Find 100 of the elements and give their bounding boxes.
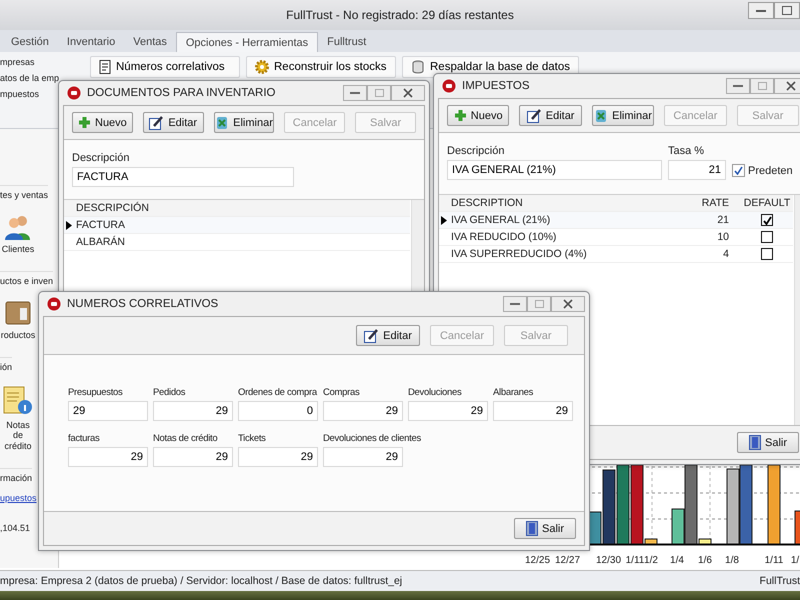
menu-tab[interactable]: Ventas: [124, 32, 176, 52]
toolbar-button[interactable]: Eliminar: [592, 105, 654, 126]
maximize-icon: [534, 300, 544, 308]
sidebar-item[interactable]: roductos: [0, 330, 36, 341]
default-checkbox[interactable]: [761, 231, 773, 243]
field-label: Devoluciones de clientes: [323, 433, 421, 444]
dialog-title: NUMEROS CORRELATIVOS: [67, 298, 218, 310]
menu-tab[interactable]: Opciones - Herramientas: [176, 32, 318, 52]
app-logo-icon: [442, 79, 456, 93]
section-header: uctos e inven: [0, 270, 54, 290]
row-pointer-icon: [66, 220, 72, 230]
minimize-button[interactable]: [343, 85, 367, 101]
number-field[interactable]: 29: [153, 447, 233, 467]
plus-icon: [78, 116, 91, 129]
minimize-icon: [350, 91, 360, 95]
menu-tab[interactable]: Gestión: [2, 32, 58, 52]
plus-icon: [454, 109, 467, 122]
maximize-button[interactable]: [774, 2, 800, 19]
number-field[interactable]: 0: [238, 401, 318, 421]
rate-field[interactable]: 21: [668, 160, 726, 180]
menu-tab[interactable]: Inventario: [58, 32, 124, 52]
table-row[interactable]: IVA SUPERREDUCIDO (4%) 4: [439, 246, 793, 263]
default-checkbox[interactable]: [761, 214, 773, 226]
column-header: RATE: [700, 197, 730, 209]
edit-icon: [149, 116, 164, 130]
status-app-name: FullTrust: [760, 575, 800, 587]
default-checkbox[interactable]: Predeten: [732, 164, 793, 180]
description-field[interactable]: FACTURA: [72, 167, 294, 187]
number-field[interactable]: 29: [68, 447, 148, 467]
gear-icon: [255, 60, 269, 74]
close-icon: [563, 299, 573, 309]
delete-icon: [215, 116, 230, 130]
toolbar-button[interactable]: Eliminar: [214, 112, 274, 133]
column-header: DESCRIPTION: [450, 197, 524, 209]
ribbon-item[interactable]: mpresas: [0, 57, 35, 67]
note-icon: [3, 386, 33, 416]
number-field[interactable]: 29: [323, 447, 403, 467]
field-label: Devoluciones: [408, 387, 462, 398]
column-header: DEFAULT: [742, 197, 792, 209]
minimize-button[interactable]: [726, 78, 750, 94]
check-icon: [734, 166, 743, 175]
door-icon: [526, 521, 538, 536]
number-field[interactable]: 29: [408, 401, 488, 421]
status-text: mpresa: Empresa 2 (datos de prueba) / Servidor: localhost / Base de datos: fulltrust_ej: [0, 575, 402, 587]
minimize-button[interactable]: [503, 296, 527, 312]
app-logo-icon: [67, 86, 81, 100]
sidebar-link[interactable]: upuestos: [0, 492, 37, 503]
axis-label: 1/11: [764, 555, 784, 566]
axis-label: 1/: [790, 555, 800, 566]
axis-label: 1/4: [669, 555, 685, 566]
sidebar-item[interactable]: Clientes: [2, 244, 34, 255]
field-label: Presupuestos: [68, 387, 122, 398]
chart-bar: [794, 510, 800, 544]
people-icon: [4, 214, 32, 240]
ribbon-button[interactable]: Números correlativos: [90, 56, 240, 78]
minimize-icon: [756, 8, 766, 12]
number-field[interactable]: 29: [68, 401, 148, 421]
section-header: rmación: [0, 468, 32, 487]
ribbon-item[interactable]: atos de la emp: [0, 73, 60, 83]
default-checkbox[interactable]: [761, 248, 773, 260]
field-label: Notas de crédito: [153, 433, 218, 444]
section-header: tes y ventas: [0, 185, 48, 204]
section-header: ión: [0, 356, 12, 376]
edit-icon: [526, 108, 542, 122]
field-label: facturas: [68, 433, 100, 444]
toolbar-button[interactable]: Nuevo: [447, 105, 510, 126]
amount-text: ,104.51: [0, 522, 30, 533]
table-row[interactable]: ALBARÁN: [64, 234, 410, 251]
toolbar-button[interactable]: Editar: [142, 112, 204, 133]
field-label: Descripción: [447, 145, 506, 157]
number-field[interactable]: 29: [238, 447, 318, 467]
table-row[interactable]: IVA GENERAL (21%) 21: [439, 212, 793, 229]
toolbar-button[interactable]: Editar: [519, 105, 582, 126]
exit-button[interactable]: Salir: [737, 432, 799, 453]
close-button[interactable]: [391, 85, 425, 101]
axis-label: 12/25: [525, 555, 549, 566]
check-icon: [762, 216, 772, 224]
table-row[interactable]: IVA REDUCIDO (10%) 10: [439, 229, 793, 246]
ribbon-button[interactable]: Reconstruir los stocks: [246, 56, 396, 78]
dialog-title: DOCUMENTOS PARA INVENTARIO: [87, 87, 276, 99]
maximize-icon: [374, 89, 384, 97]
number-field[interactable]: 29: [153, 401, 233, 421]
number-field[interactable]: 29: [323, 401, 403, 421]
description-field[interactable]: IVA GENERAL (21%): [447, 160, 662, 180]
exit-button[interactable]: Salir: [514, 518, 576, 539]
axis-label: 12/27: [555, 555, 579, 566]
toolbar-button[interactable]: Nuevo: [72, 112, 133, 133]
document-icon: [99, 60, 111, 74]
toolbar-button[interactable]: Editar: [356, 325, 420, 346]
table-row[interactable]: FACTURA: [64, 217, 410, 234]
ribbon-item[interactable]: mpuestos: [0, 89, 40, 99]
minimize-button[interactable]: [748, 2, 774, 19]
close-button[interactable]: [551, 296, 585, 312]
minimize-icon: [733, 84, 743, 88]
minimize-icon: [510, 302, 520, 306]
number-field[interactable]: 29: [493, 401, 573, 421]
dialog-title: IMPUESTOS: [462, 80, 530, 92]
close-button[interactable]: [774, 78, 800, 94]
sidebar-item[interactable]: Notas de crédito: [0, 420, 36, 452]
menu-tab[interactable]: Fulltrust: [318, 32, 376, 52]
